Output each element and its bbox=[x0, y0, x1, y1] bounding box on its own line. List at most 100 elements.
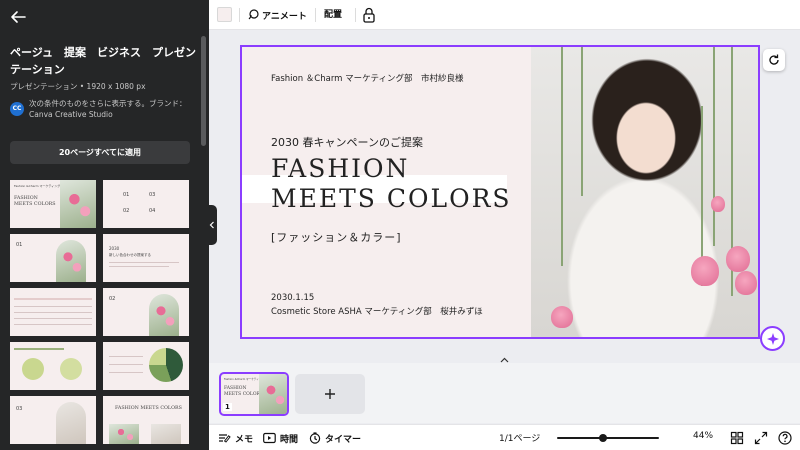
help-icon[interactable] bbox=[778, 431, 792, 445]
magic-assistant-button[interactable] bbox=[760, 326, 785, 351]
thumb-title: FASHION MEETS COLORS bbox=[115, 406, 182, 411]
thumb-photo bbox=[151, 424, 181, 444]
lock-icon[interactable] bbox=[361, 6, 377, 24]
notes-button[interactable]: メモ bbox=[218, 431, 253, 445]
zoom-percentage[interactable]: 44% bbox=[693, 431, 713, 441]
thumb-line bbox=[109, 372, 143, 373]
brand-description[interactable]: 次の条件のものをさらに表示する。ブランド：Canva Creative Stud… bbox=[29, 98, 189, 120]
pink-rose bbox=[691, 256, 719, 286]
refresh-icon bbox=[769, 54, 779, 65]
thumb-num: 04 bbox=[149, 208, 156, 214]
pink-rose bbox=[551, 306, 573, 328]
page-count[interactable]: 1/1ページ bbox=[499, 431, 540, 444]
pink-rose bbox=[735, 271, 757, 295]
plus-icon bbox=[325, 389, 335, 399]
toolbar-divider bbox=[315, 8, 316, 22]
refresh-button[interactable] bbox=[763, 49, 785, 71]
thumb-photo bbox=[109, 424, 139, 444]
template-thumbnail-4[interactable]: 2030 新しい色合わせの提案する bbox=[103, 234, 189, 282]
back-arrow-icon[interactable] bbox=[9, 9, 27, 25]
zoom-slider-knob[interactable] bbox=[599, 434, 607, 442]
thumb-photo bbox=[56, 402, 86, 444]
brand-avatar: CC bbox=[10, 102, 24, 116]
thumb-table-row bbox=[14, 298, 92, 300]
thumb-num: 02 bbox=[109, 296, 116, 302]
background-color-swatch[interactable] bbox=[217, 7, 232, 22]
thumb-line bbox=[14, 306, 92, 307]
template-thumbnail-1[interactable]: Fashion &Charm マーケティング部 FASHION MEETS CO… bbox=[10, 180, 96, 228]
toolbar-divider bbox=[355, 8, 356, 22]
slide-title[interactable]: FASHION MEETS COLORS bbox=[271, 154, 512, 214]
template-thumbnail-3[interactable]: 01 bbox=[10, 234, 96, 282]
slide-photo[interactable] bbox=[531, 46, 759, 338]
panel-scrollbar[interactable] bbox=[201, 36, 206, 146]
flower-stem bbox=[581, 46, 583, 196]
page-thumb-photo bbox=[259, 374, 287, 414]
slide-title-line2: MEETS COLORS bbox=[271, 184, 512, 213]
fullscreen-icon[interactable] bbox=[754, 431, 768, 445]
template-title: ページュ 提案 ビジネス プレゼンテーション bbox=[10, 46, 197, 76]
thumb-num: 01 bbox=[16, 242, 23, 248]
flower-stem bbox=[561, 46, 563, 266]
thumb-photo bbox=[149, 294, 179, 336]
thumb-line bbox=[109, 262, 179, 263]
slide-byline[interactable]: Cosmetic Store ASHA マーケティング部 桜井みずほ bbox=[271, 305, 483, 317]
arrange-button[interactable]: 配置 bbox=[324, 7, 342, 23]
sparkle-icon bbox=[767, 333, 779, 345]
template-thumbnail-6[interactable]: 02 bbox=[103, 288, 189, 336]
apply-all-pages-button[interactable]: 20ページすべてに適用 bbox=[10, 141, 190, 164]
thumb-line bbox=[14, 318, 92, 319]
thumb-year: 2030 bbox=[109, 246, 120, 251]
grid-view-icon[interactable] bbox=[730, 431, 744, 445]
thumb-pie-chart bbox=[60, 358, 82, 380]
slide-canvas[interactable]: Fashion ＆Charm マーケティング部 市村紗良様 2030 春キャンペ… bbox=[241, 46, 759, 338]
template-thumbnail-7[interactable] bbox=[10, 342, 96, 390]
animate-icon bbox=[248, 9, 259, 20]
slide-title-line1: FASHION bbox=[271, 154, 410, 183]
thumb-pie-chart bbox=[22, 358, 44, 380]
template-thumbnail-9[interactable]: 03 bbox=[10, 396, 96, 444]
duration-label: 時間 bbox=[280, 434, 299, 445]
notes-label: メモ bbox=[235, 434, 254, 445]
add-page-button[interactable] bbox=[295, 374, 365, 414]
pink-rose bbox=[711, 196, 725, 212]
bottom-bar: メモ 時間 タイマー 1/1ページ 44% bbox=[209, 424, 800, 450]
slide-subtitle[interactable]: [ファッション＆カラー] bbox=[271, 229, 402, 245]
top-toolbar: アニメート 配置 bbox=[209, 0, 800, 30]
thumb-pie-chart bbox=[149, 348, 183, 382]
zoom-slider[interactable] bbox=[557, 437, 659, 439]
slide-date[interactable]: 2030.1.15 bbox=[271, 293, 314, 303]
thumb-heading-bar bbox=[14, 348, 64, 350]
toolbar-divider bbox=[239, 8, 240, 22]
pink-rose bbox=[726, 246, 750, 272]
slide-header-text[interactable]: Fashion ＆Charm マーケティング部 市村紗良様 bbox=[271, 72, 463, 84]
page-thumbnail[interactable]: Fashion &Charm マーケティング部 FASHION MEETS CO… bbox=[219, 372, 289, 416]
thumb-line bbox=[14, 324, 92, 325]
timer-icon bbox=[309, 432, 321, 444]
thumb-line bbox=[14, 312, 92, 313]
page-number: 1 bbox=[223, 403, 232, 411]
timer-label: タイマー bbox=[325, 434, 362, 445]
animate-button[interactable]: アニメート bbox=[247, 7, 307, 23]
notes-icon bbox=[219, 434, 231, 443]
animate-label: アニメート bbox=[262, 11, 307, 22]
collapse-panel-handle[interactable] bbox=[207, 205, 217, 245]
template-thumbnail-8[interactable] bbox=[103, 342, 189, 390]
play-icon bbox=[263, 432, 276, 444]
slide-proposal-text[interactable]: 2030 春キャンペーンのご提案 bbox=[271, 134, 423, 150]
thumb-num: 03 bbox=[149, 192, 156, 198]
template-thumbnail-5[interactable] bbox=[10, 288, 96, 336]
thumb-photo bbox=[60, 180, 96, 228]
left-panel: ページュ 提案 ビジネス プレゼンテーション プレゼンテーション • 1920 … bbox=[0, 0, 209, 450]
flower-stem bbox=[713, 46, 715, 246]
thumb-num: 02 bbox=[123, 208, 130, 214]
thumb-line bbox=[109, 364, 143, 365]
thumb-num: 03 bbox=[16, 406, 23, 412]
thumb-photo bbox=[56, 240, 86, 282]
duration-button[interactable]: 時間 bbox=[263, 431, 298, 445]
template-thumbnail-10[interactable]: FASHION MEETS COLORS bbox=[103, 396, 189, 444]
template-thumbnail-2[interactable]: 01 03 02 04 bbox=[103, 180, 189, 228]
timer-button[interactable]: タイマー bbox=[309, 431, 361, 445]
page-thumb-title-line2: MEETS COLORS bbox=[224, 392, 263, 397]
thumb-title-line2: MEETS COLORS bbox=[14, 202, 56, 207]
